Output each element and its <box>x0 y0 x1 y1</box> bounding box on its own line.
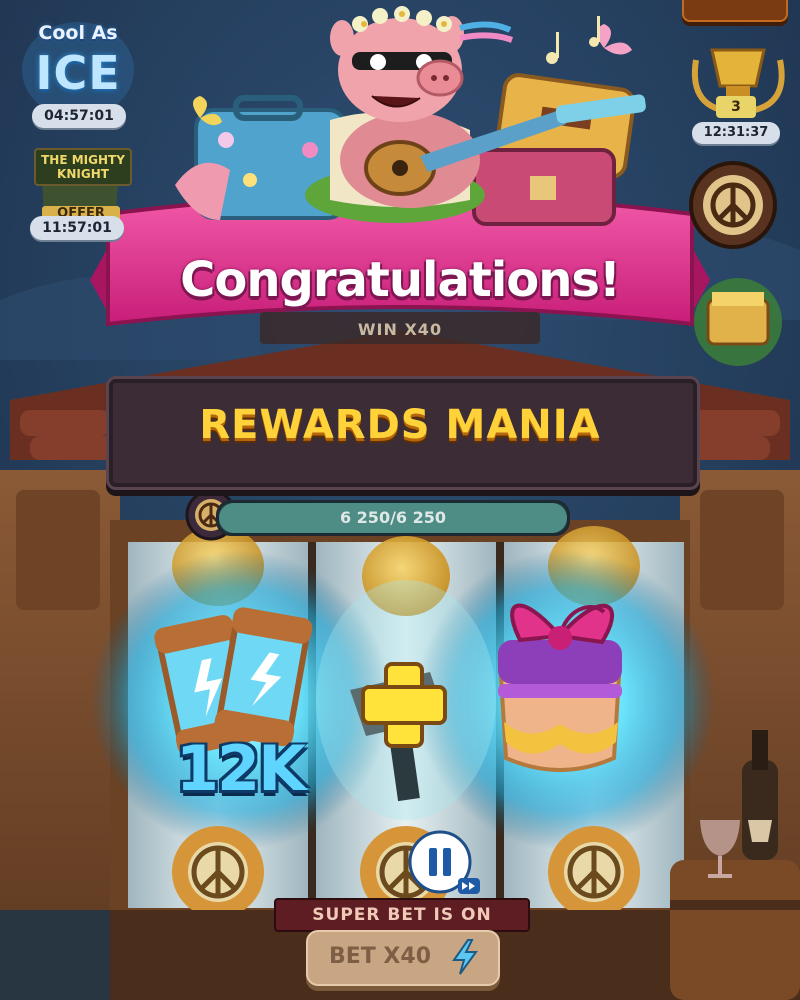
cool-as-ice-timer: 04:57:01 <box>32 104 126 128</box>
mighty-knight-title: THE MIGHTY KNIGHT <box>34 148 132 186</box>
lightning-bolt-icon <box>452 939 478 975</box>
rewards-mania-title: REWARDS MANIA <box>199 402 601 448</box>
pause-button[interactable] <box>410 832 472 894</box>
coins-amount: 12K <box>175 732 306 805</box>
top-right-button[interactable] <box>682 0 788 22</box>
progress-bar: 6 250/6 250 <box>186 490 570 540</box>
mighty-knight-timer: 11:57:01 <box>30 216 124 240</box>
suitcase-pink <box>472 148 616 226</box>
cool-as-label: Cool As <box>38 22 118 44</box>
bottom-left-sign <box>0 910 110 1000</box>
win-multiplier-behind: WIN X40 <box>357 320 443 339</box>
peace-event-icon[interactable] <box>689 161 777 249</box>
ice-label: ICE <box>35 46 121 100</box>
super-bet-banner: SUPER BET IS ON <box>274 898 530 932</box>
congratulations-title: Congratulations! <box>180 252 621 308</box>
trophy-timer: 12:31:37 <box>692 122 780 144</box>
bet-label: BET X40 <box>328 944 432 969</box>
trophy-rank: 3 <box>716 96 756 118</box>
progress-text: 6 250/6 250 <box>339 508 447 527</box>
trophy-event[interactable]: 3 12:31:37 <box>688 38 784 144</box>
treasure-chest-icon[interactable] <box>694 278 782 366</box>
gift-box-icon <box>497 603 623 772</box>
barrel <box>670 860 800 1000</box>
